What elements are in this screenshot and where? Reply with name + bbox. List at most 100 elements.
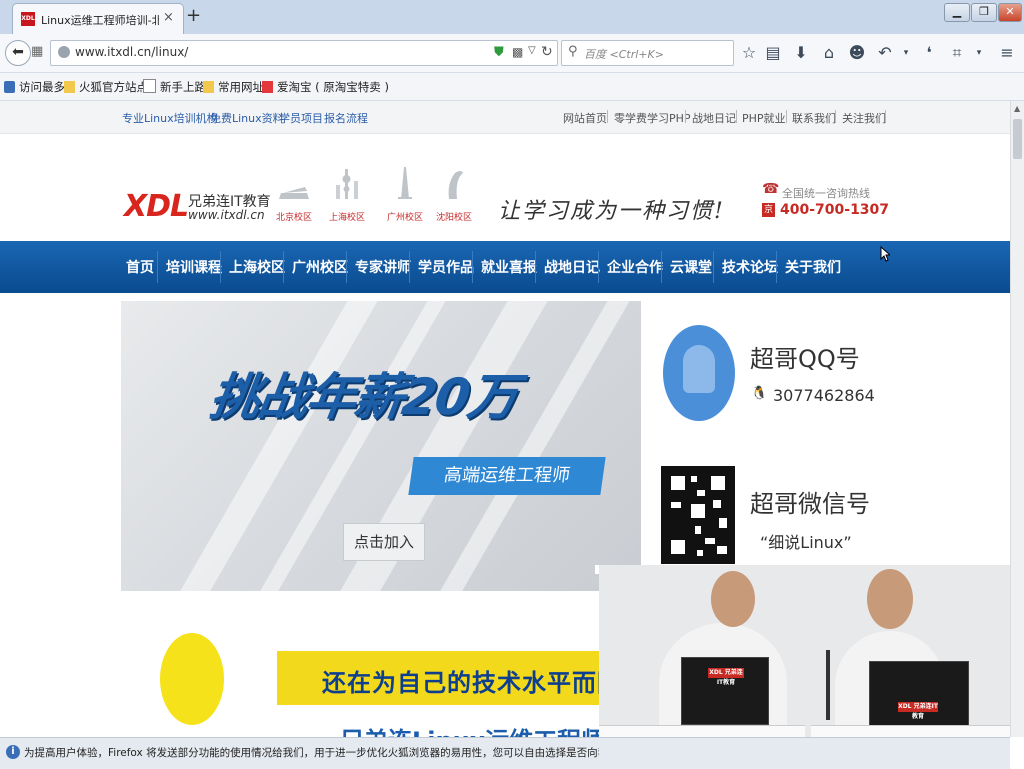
- menu-icon[interactable]: ≡: [996, 42, 1018, 64]
- reading-list-icon[interactable]: ▤: [762, 42, 784, 64]
- nav-courses[interactable]: 培训课程: [166, 257, 222, 277]
- top-link-home[interactable]: 网站首页: [563, 110, 607, 126]
- qr-module: [697, 490, 705, 496]
- identity-icon[interactable]: ▦: [31, 44, 43, 59]
- divider: [661, 251, 662, 283]
- presenter-right-face: [867, 569, 913, 629]
- qr-module: [695, 526, 701, 534]
- divider: [736, 110, 737, 123]
- top-link-field-diary[interactable]: 战地日记: [692, 110, 736, 126]
- smiley-icon[interactable]: ☻: [846, 42, 868, 64]
- nav-shanghai[interactable]: 上海校区: [229, 257, 285, 277]
- home-icon[interactable]: ⌂: [818, 42, 840, 64]
- nav-about[interactable]: 关于我们: [785, 257, 841, 277]
- qr-code-icon[interactable]: ▩: [512, 45, 523, 59]
- nav-cloud-class[interactable]: 云课堂: [670, 257, 712, 277]
- qr-finder: [667, 536, 689, 558]
- hero-banner[interactable]: 挑战年薪20万 高端运维工程师 点击加入: [121, 301, 641, 591]
- nav-job-news[interactable]: 就业喜报: [481, 257, 537, 277]
- info-icon: i: [6, 745, 20, 759]
- navigation-toolbar: ⬅ ▦ www.itxdl.cn/linux/ ⛊ ▩ ▽ ↻ ⚲ 百度 <Ct…: [0, 34, 1024, 73]
- tab-title: Linux运维工程师培训-北...: [41, 14, 159, 27]
- top-link-contact[interactable]: 联系我们: [792, 110, 836, 126]
- folder-icon: [64, 81, 75, 93]
- tab-close-icon[interactable]: ×: [163, 10, 177, 26]
- window-close-button[interactable]: ✕: [998, 3, 1022, 22]
- campus-guangzhou[interactable]: 广州校区: [382, 165, 428, 223]
- qr-finder: [667, 472, 689, 494]
- qq-avatar: [663, 325, 735, 421]
- back-button[interactable]: ⬅: [5, 40, 31, 66]
- undo-dropdown-icon[interactable]: ▾: [895, 42, 917, 64]
- top-link-follow[interactable]: 关注我们: [842, 110, 886, 126]
- xdl-favicon-icon: XDL: [21, 12, 35, 26]
- reload-icon[interactable]: ↻: [541, 44, 553, 60]
- top-link-free-materials[interactable]: 免费Linux资料: [210, 110, 284, 126]
- url-text[interactable]: www.itxdl.cn/linux/: [75, 45, 188, 59]
- divider: [776, 251, 777, 283]
- search-icon: ⚲: [568, 44, 578, 59]
- laptop-logo: XDL 兄弟连IT教育: [708, 668, 744, 686]
- qr-module: [691, 504, 705, 518]
- wechat-title: 超哥微信号: [750, 490, 870, 518]
- nav-guangzhou[interactable]: 广州校区: [292, 257, 348, 277]
- search-bar[interactable]: ⚲ 百度 <Ctrl+K>: [561, 40, 734, 66]
- qr-module: [705, 538, 715, 544]
- nav-enterprise[interactable]: 企业合作: [607, 257, 663, 277]
- top-link-free-php[interactable]: 零学费学习PHP: [614, 110, 691, 126]
- crop-icon[interactable]: ⌗: [946, 42, 968, 64]
- divider: [409, 251, 410, 283]
- campus-shanghai[interactable]: 上海校区: [324, 165, 370, 223]
- scroll-up-icon[interactable]: ▲: [1014, 104, 1020, 113]
- most-visited-icon: [4, 81, 15, 93]
- top-link-student-projects[interactable]: 学员项目: [279, 110, 323, 126]
- qr-finder: [707, 472, 729, 494]
- divider: [346, 251, 347, 283]
- nav-forum[interactable]: 技术论坛: [722, 257, 778, 277]
- url-dropdown-icon[interactable]: ▽: [528, 45, 536, 56]
- top-link-enrollment[interactable]: 报名流程: [324, 110, 368, 126]
- qr-module: [671, 502, 681, 508]
- chat-icon[interactable]: ❛: [918, 42, 940, 64]
- campus-shenyang[interactable]: 沈阳校区: [431, 165, 477, 223]
- browser-tab[interactable]: XDL Linux运维工程师培训-北... ×: [12, 3, 184, 35]
- nav-home[interactable]: 首页: [126, 257, 154, 277]
- campus-beijing[interactable]: 北京校区: [271, 165, 317, 223]
- maximize-button[interactable]: ❐: [971, 3, 997, 22]
- bookmark-aitaobao[interactable]: 爱淘宝 ( 原淘宝特卖 ): [262, 79, 389, 95]
- wechat-id: “细说Linux”: [760, 533, 852, 552]
- notification-text: 为提高用户体验，Firefox 将发送部分功能的使用情况给我们，用于进一步优化火…: [24, 747, 599, 759]
- divider: [713, 251, 714, 283]
- notification-bar: i 为提高用户体验，Firefox 将发送部分功能的使用情况给我们，用于进一步优…: [0, 737, 1010, 769]
- minimize-button[interactable]: ▁: [944, 3, 970, 22]
- join-button[interactable]: 点击加入: [343, 523, 425, 561]
- guangzhou-tower-icon: [398, 167, 412, 199]
- undo-icon[interactable]: ↶: [874, 42, 896, 64]
- bookmark-firefox-official[interactable]: 火狐官方站点: [64, 79, 148, 95]
- star-icon[interactable]: ☆: [738, 42, 760, 64]
- url-bar[interactable]: www.itxdl.cn/linux/ ⛊ ▩ ▽ ↻: [50, 40, 558, 66]
- scrollbar-thumb[interactable]: [1013, 119, 1022, 159]
- globe-icon: [58, 46, 70, 58]
- top-link-professional-training[interactable]: 专业Linux培训机构: [122, 110, 218, 126]
- logo-url: www.itxdl.cn: [188, 208, 265, 222]
- shield-icon[interactable]: ⛊: [494, 45, 504, 60]
- hotline-label: 全国统一咨询热线: [782, 187, 870, 200]
- new-tab-button[interactable]: +: [186, 5, 204, 26]
- crop-dropdown-icon[interactable]: ▾: [968, 42, 990, 64]
- top-link-php-jobs[interactable]: PHP就业: [742, 110, 786, 126]
- nav-field-diary[interactable]: 战地日记: [544, 257, 600, 277]
- slogan: 让学习成为一种习惯!: [498, 199, 725, 224]
- nav-student-works[interactable]: 学员作品: [418, 257, 474, 277]
- search-placeholder[interactable]: 百度 <Ctrl+K>: [584, 46, 664, 62]
- bookmarks-toolbar: 访问最多 火狐官方站点 新手上路 常用网址 爱淘宝 ( 原淘宝特卖 ): [0, 73, 1024, 101]
- bookmark-common-sites[interactable]: 常用网址: [203, 79, 264, 95]
- bookmark-getting-started[interactable]: 新手上路: [143, 79, 206, 95]
- qr-module: [697, 550, 703, 556]
- divider: [220, 251, 221, 283]
- page-scrollbar[interactable]: ▲: [1010, 101, 1024, 737]
- download-icon[interactable]: ⬇: [790, 42, 812, 64]
- bookmark-most-visited[interactable]: 访问最多: [4, 79, 65, 95]
- site-logo[interactable]: XDL: [124, 189, 189, 224]
- nav-lecturers[interactable]: 专家讲师: [355, 257, 411, 277]
